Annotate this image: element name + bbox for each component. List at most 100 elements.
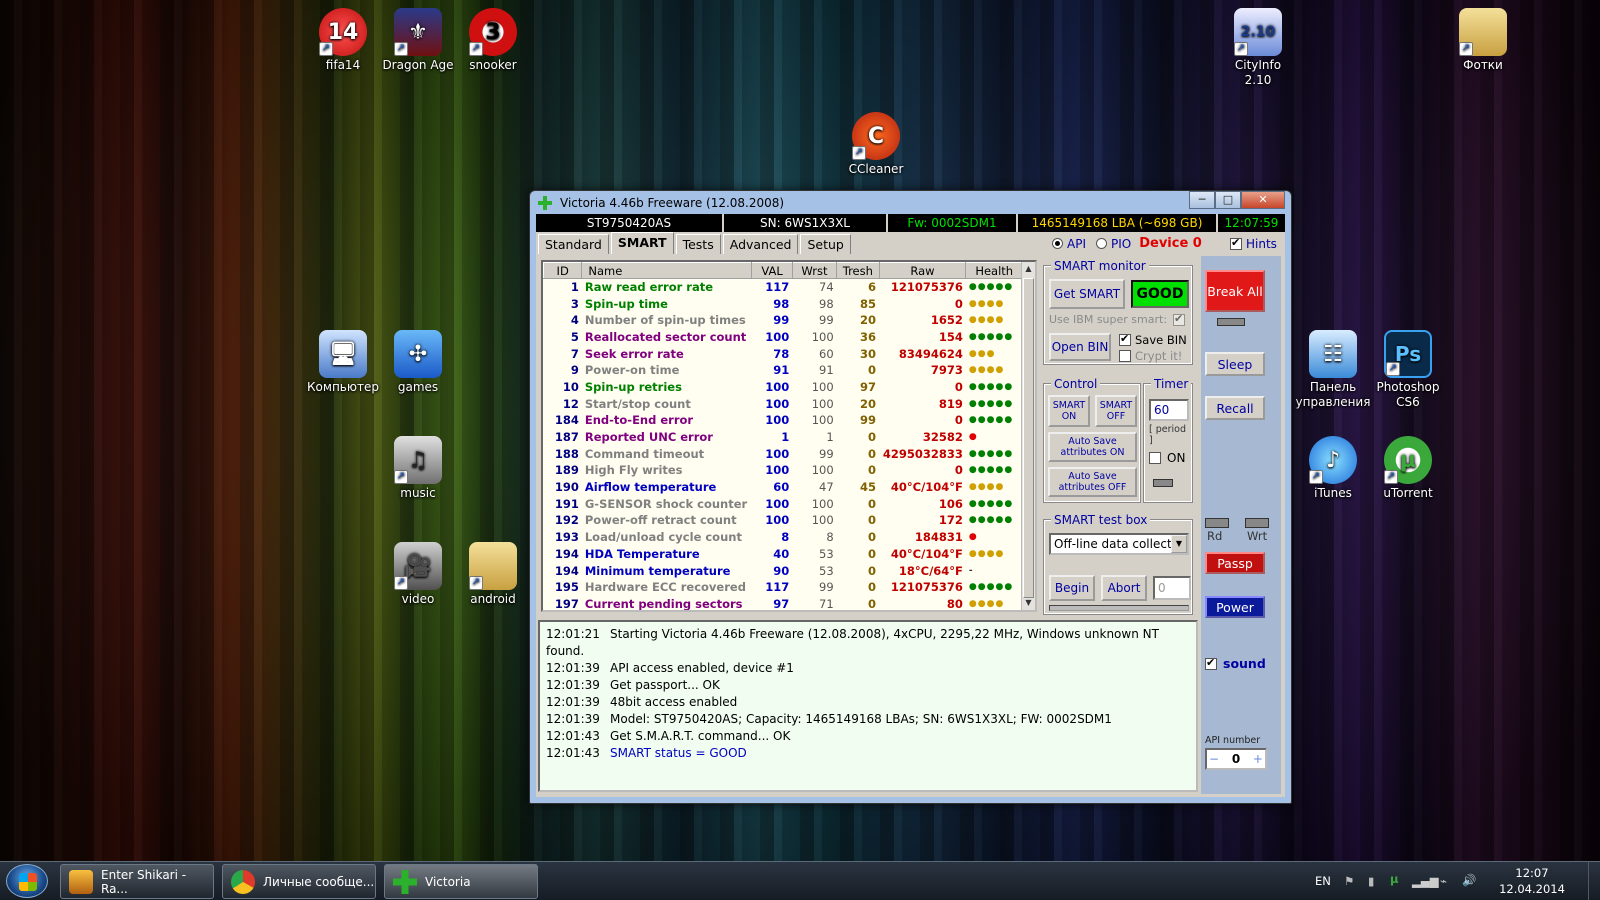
show-desktop-button[interactable] <box>1588 862 1600 900</box>
taskbar-item-chrome[interactable]: Личные сообще... <box>222 864 376 899</box>
table-row[interactable]: 10 Spin-up retries 100 100 97 0 ●●●●● <box>544 379 1023 396</box>
taskbar-item-winamp[interactable]: Enter Shikari - Ra... <box>60 864 214 899</box>
table-row[interactable]: 5 Reallocated sector count 100 100 36 154 ●●●●… <box>544 329 1023 346</box>
timer-input[interactable]: 60 <box>1149 399 1189 421</box>
chevron-down-icon[interactable]: ▼ <box>1171 535 1187 553</box>
maximize-button[interactable]: □ <box>1215 191 1241 209</box>
increment-icon[interactable]: + <box>1253 752 1265 766</box>
desktop-icon-snooker[interactable]: 3 ↗ snooker <box>455 8 531 73</box>
tab-smart[interactable]: SMART <box>610 232 674 254</box>
hints-checkbox[interactable] <box>1230 236 1242 250</box>
sound-checkbox[interactable] <box>1205 656 1217 670</box>
desktop-icon-music[interactable]: ♫ ↗ music <box>380 436 456 501</box>
recall-button[interactable]: Recall <box>1205 396 1265 420</box>
table-row[interactable]: 192 Power-off retract count 100 100 0 172 ●●●●… <box>544 512 1023 529</box>
power-button[interactable]: Power <box>1205 596 1265 618</box>
passp-button[interactable]: Passp <box>1205 552 1265 574</box>
table-row[interactable]: 9 Power-on time 91 91 0 7973 ●●●● <box>544 362 1023 379</box>
save-bin-checkbox[interactable] <box>1119 332 1131 346</box>
table-row[interactable]: 4 Number of spin-up times 99 99 20 1652 ●●●● <box>544 312 1023 329</box>
language-indicator[interactable]: EN <box>1315 874 1331 888</box>
table-row[interactable]: 187 Reported UNC error 1 1 0 32582 ● <box>544 429 1023 446</box>
volume-icon[interactable]: 🔊 <box>1462 873 1476 887</box>
table-row[interactable]: 7 Seek error rate 78 60 30 83494624 ●●● <box>544 345 1023 362</box>
signal-icon[interactable]: ▂▄▆ <box>1412 874 1439 888</box>
open-bin-button[interactable]: Open BIN <box>1049 333 1111 361</box>
smart-off-button[interactable]: SMART OFF <box>1095 395 1137 427</box>
tab-setup[interactable]: Setup <box>800 234 851 254</box>
column-header-name[interactable]: Name <box>581 262 753 279</box>
power-plug-icon[interactable]: ⌁ <box>1440 874 1447 888</box>
desktop-icon-utorrent[interactable]: µ ↗ uTorrent <box>1370 436 1446 501</box>
begin-button[interactable]: Begin <box>1049 575 1095 601</box>
table-row[interactable]: 190 Airflow temperature 60 47 45 40°C/104°F ●●… <box>544 479 1023 496</box>
desktop-icon-itunes[interactable]: ♪ ↗ iTunes <box>1295 436 1371 501</box>
table-row[interactable]: 193 Load/unload cycle count 8 8 0 184831 ● <box>544 529 1023 546</box>
scroll-thumb[interactable] <box>1023 278 1034 598</box>
tab-tests[interactable]: Tests <box>675 234 721 254</box>
autosave-on-button[interactable]: Auto Save attributes ON <box>1048 432 1137 462</box>
tray-date[interactable]: 12.04.2014 <box>1490 882 1574 896</box>
break-all-button[interactable]: Break All <box>1205 270 1265 312</box>
column-header-health[interactable]: Health <box>965 262 1023 279</box>
desktop-icon-fotki[interactable]: ↗ Фотки <box>1445 8 1521 73</box>
column-header-id[interactable]: ID <box>543 262 583 279</box>
desktop-icon-ccleaner[interactable]: C ↗ CCleaner <box>838 112 914 177</box>
desktop-icon-label: Photoshop CS6 <box>1376 380 1440 409</box>
table-row[interactable]: 189 High Fly writes 100 100 0 0 ●●●●● <box>544 462 1023 479</box>
table-row[interactable]: 194 Minimum temperature 90 53 0 18°C/64°F - <box>544 562 1023 579</box>
close-button[interactable]: ✕ <box>1241 191 1285 209</box>
pio-radio[interactable] <box>1095 238 1107 249</box>
tab-advanced[interactable]: Advanced <box>722 234 799 254</box>
desktop-icon-games[interactable]: ✣ games <box>380 330 456 395</box>
tab-standard[interactable]: Standard <box>538 234 609 254</box>
desktop-icon-dragon-age[interactable]: ⚜ ↗ Dragon Age <box>380 8 456 73</box>
desktop-icon-android[interactable]: ↗ android <box>455 542 531 607</box>
abort-button[interactable]: Abort <box>1101 575 1147 601</box>
get-smart-button[interactable]: Get SMART <box>1049 279 1125 309</box>
table-row[interactable]: 3 Spin-up time 98 98 85 0 ●●●● <box>544 295 1023 312</box>
scroll-up-icon[interactable]: ▲ <box>1022 262 1035 276</box>
test-type-select[interactable]: Off-line data collect ▼ <box>1049 533 1189 555</box>
table-row[interactable]: 194 HDA Temperature 40 53 0 40°C/104°F ●●●● <box>544 546 1023 563</box>
event-log[interactable]: 12:01:21 Starting Victoria 4.46b Freeware… <box>538 620 1198 792</box>
start-button[interactable] <box>6 864 48 898</box>
table-row[interactable]: 184 End-to-End error 100 100 99 0 ●●●●● <box>544 412 1023 429</box>
smart-on-button[interactable]: SMART ON <box>1048 395 1090 427</box>
scroll-down-icon[interactable]: ▼ <box>1022 596 1035 610</box>
column-header-tresh[interactable]: Tresh <box>836 262 880 279</box>
tray-time[interactable]: 12:07 <box>1502 866 1562 880</box>
network-device-icon[interactable]: ▮ <box>1368 874 1374 888</box>
desktop-icon-cityinfo[interactable]: 2.10 ↗ CityInfo 2.10 <box>1220 8 1296 88</box>
crypt-checkbox[interactable] <box>1119 350 1131 362</box>
decrement-icon[interactable]: − <box>1207 752 1219 766</box>
column-header-val[interactable]: VAL <box>751 262 793 279</box>
desktop-icon-fifa14[interactable]: 14 ↗ fifa14 <box>305 8 381 73</box>
column-header-wrst[interactable]: Wrst <box>791 262 838 279</box>
test-value-input[interactable]: 0 <box>1153 576 1191 600</box>
table-row[interactable]: 197 Current pending sectors 97 71 0 80 ●●●● <box>544 596 1023 610</box>
minimize-button[interactable]: ─ <box>1189 191 1215 209</box>
table-scrollbar[interactable]: ▲ ▼ <box>1021 262 1035 610</box>
desktop-icon-control-panel[interactable]: ☷ Панель управления <box>1295 330 1371 410</box>
desktop-icon-computer[interactable]: 🖥 Компьютер <box>305 330 381 395</box>
timer-on-checkbox[interactable] <box>1149 452 1161 464</box>
desktop-icon-video[interactable]: 🎥 ↗ video <box>380 542 456 607</box>
utorrent-tray-icon[interactable]: µ <box>1390 872 1398 886</box>
title-bar[interactable]: Victoria 4.46b Freeware (12.08.2008) ─ □… <box>530 191 1291 214</box>
api-radio[interactable] <box>1052 238 1063 249</box>
taskbar-item-victoria[interactable]: Victoria <box>384 864 538 899</box>
ibm-super-smart-checkbox[interactable] <box>1173 312 1186 326</box>
flag-icon[interactable]: ⚑ <box>1344 874 1354 888</box>
smart-attributes-table[interactable]: ID Name VAL Wrst Tresh Raw Health 1 Raw r… <box>541 260 1037 612</box>
table-row[interactable]: 12 Start/stop count 100 100 20 819 ●●●●● <box>544 395 1023 412</box>
column-header-raw[interactable]: Raw <box>878 262 967 279</box>
autosave-off-button[interactable]: Auto Save attributes OFF <box>1048 467 1137 497</box>
sleep-button[interactable]: Sleep <box>1205 352 1265 376</box>
desktop-icon-photoshop[interactable]: Ps ↗ Photoshop CS6 <box>1370 330 1446 410</box>
table-row[interactable]: 1 Raw read error rate 117 74 6 121075376 ●●●●● <box>544 279 1023 296</box>
api-number-stepper[interactable]: − 0 + <box>1205 748 1267 770</box>
table-row[interactable]: 188 Command timeout 100 99 0 4295032833 ●●●●● <box>544 445 1023 462</box>
table-row[interactable]: 191 G-SENSOR shock counter 100 100 0 106 ●●●●● <box>544 495 1023 512</box>
table-row[interactable]: 195 Hardware ECC recovered 117 99 0 121075376… <box>544 579 1023 596</box>
